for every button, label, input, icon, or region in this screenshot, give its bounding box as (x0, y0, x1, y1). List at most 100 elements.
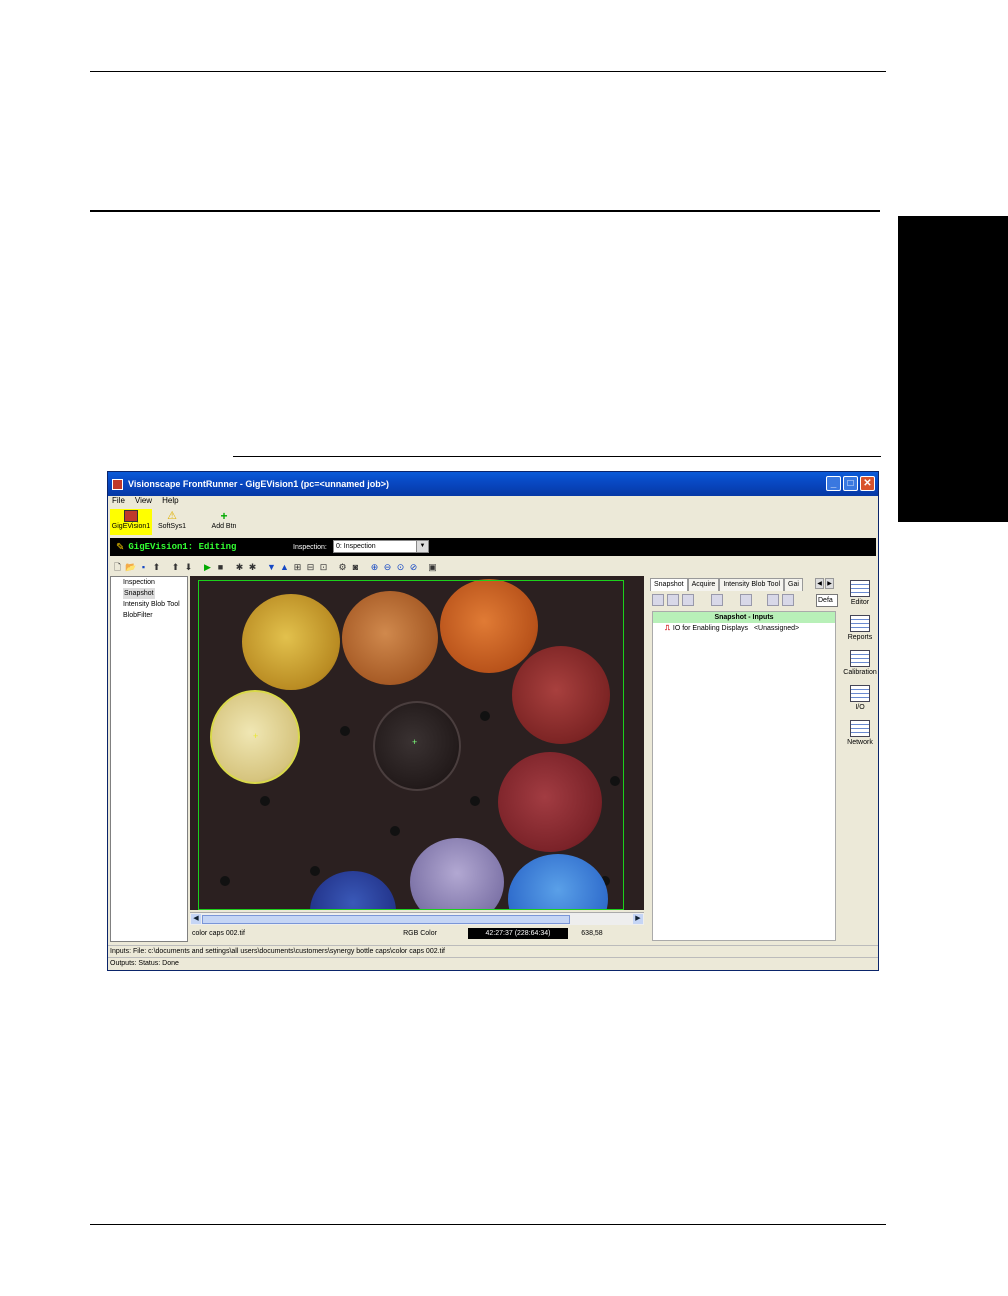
append-icon[interactable]: ⊟ (305, 562, 316, 573)
scroll-right-icon[interactable]: ▶ (633, 914, 643, 924)
calibration-button[interactable]: Calibration (842, 650, 878, 676)
new-icon[interactable]: 🗋 (112, 562, 123, 573)
add-button[interactable]: + Add Btn (204, 509, 244, 535)
blob-center-marker: + (253, 731, 259, 741)
app-window: Visionscape FrontRunner - GigEVision1 (p… (107, 471, 879, 971)
move-up-icon[interactable]: ▲ (279, 562, 290, 573)
device-gigevision1[interactable]: GigEVision1 (110, 509, 152, 535)
status-coords: 638,58 (581, 930, 603, 937)
image-status-bar: color caps 002.tif RGB Color 42:27:37 (2… (190, 928, 644, 939)
chevron-down-icon[interactable]: ▼ (416, 541, 428, 552)
play-icon[interactable]: ▶ (202, 562, 213, 573)
device-softsys1[interactable]: ⚠ SoftSys1 (154, 509, 190, 535)
zoom-in-icon[interactable]: ⊕ (369, 562, 380, 573)
tree-item-snapshot[interactable]: Snapshot (123, 588, 187, 599)
upload-icon[interactable]: ⬆ (151, 562, 162, 573)
image-view[interactable]: + + (190, 576, 644, 910)
property-header: Snapshot - Inputs (653, 612, 835, 623)
step-panel: Snapshot Acquire Intensity Blob Tool Gai… (648, 576, 840, 942)
load-step-icon[interactable] (667, 594, 679, 606)
open-icon[interactable]: 📂 (125, 562, 136, 573)
step-icon[interactable]: ⬆ (170, 562, 181, 573)
network-label: Network (847, 739, 873, 746)
status-file: color caps 002.tif (192, 930, 245, 937)
property-list: Snapshot - Inputs ⎍ IO for Enabling Displ… (652, 611, 836, 941)
inspection-select[interactable]: 0: Inspection ▼ (333, 540, 429, 553)
stop-icon[interactable]: ■ (215, 562, 226, 573)
editor-button[interactable]: Editor (842, 580, 878, 606)
add-button-label: Add Btn (211, 523, 237, 530)
property-row[interactable]: ⎍ IO for Enabling Displays <Unassigned> (653, 623, 835, 634)
device-bar: GigEVision1 ⚠ SoftSys1 + Add Btn (108, 508, 878, 536)
save-step-icon[interactable] (652, 594, 664, 606)
train-icon[interactable]: ✱ (234, 562, 245, 573)
calibration-icon (850, 650, 870, 667)
color-icon[interactable] (782, 594, 794, 606)
move-down-icon[interactable]: ▼ (266, 562, 277, 573)
inspection-label: Inspection: (293, 543, 327, 551)
status-mode: RGB Color (403, 930, 437, 937)
save-icon[interactable]: ▪ (138, 562, 149, 573)
window-icon[interactable]: ▣ (427, 562, 438, 573)
blob-center-marker: + (412, 737, 418, 747)
image-hscroll[interactable]: ◀ ▶ (190, 912, 644, 925)
tab-prev-icon[interactable]: ◀ (815, 578, 824, 589)
globe-icon[interactable] (711, 594, 723, 606)
tab-intensity-blob-tool[interactable]: Intensity Blob Tool (719, 578, 785, 591)
tab-gain[interactable]: Gai (784, 578, 803, 591)
step-back-icon[interactable]: ⬇ (183, 562, 194, 573)
menu-file[interactable]: File (112, 496, 125, 508)
untrain-icon[interactable]: ✱ (247, 562, 258, 573)
signal-icon: ⎍ (665, 625, 670, 632)
network-icon (850, 720, 870, 737)
menu-help[interactable]: Help (162, 496, 178, 508)
io-label: I/O (855, 704, 865, 711)
settings-icon[interactable]: ⚙ (337, 562, 348, 573)
status-pixel-value: 42:27:37 (228:64:34) (468, 928, 568, 939)
zoom-out-icon[interactable]: ⊖ (382, 562, 393, 573)
calibration-label: Calibration (843, 669, 877, 676)
default-select[interactable]: Defa (816, 594, 838, 607)
device-label: GigEVision1 (111, 523, 151, 530)
warning-icon: ⚠ (167, 510, 177, 522)
device-label: SoftSys1 (157, 523, 186, 530)
editor-icon (850, 580, 870, 597)
camera-snap-icon[interactable]: ◙ (350, 562, 361, 573)
minimize-button[interactable]: _ (826, 476, 841, 491)
zoom-reset-icon[interactable]: ⊘ (408, 562, 419, 573)
scroll-left-icon[interactable]: ◀ (191, 914, 201, 924)
step-tools (652, 594, 794, 606)
scroll-thumb[interactable] (202, 915, 570, 924)
link-icon[interactable] (682, 594, 694, 606)
job-tree: Inspection Snapshot Intensity Blob Tool … (110, 576, 188, 942)
tree-item-intensity-blob-tool[interactable]: Intensity Blob Tool (123, 599, 187, 610)
menu-bar: File View Help (108, 496, 878, 508)
maximize-button[interactable]: □ (843, 476, 858, 491)
editing-bar: ✎ GigEVision1: Editing Inspection: 0: In… (110, 538, 876, 556)
io-button[interactable]: I/O (842, 685, 878, 711)
menu-view[interactable]: View (135, 496, 152, 508)
editor-label: Editor (850, 599, 870, 606)
editing-title: GigEVision1: Editing (128, 542, 237, 552)
zoom-fit-icon[interactable]: ⊙ (395, 562, 406, 573)
tab-snapshot[interactable]: Snapshot (650, 578, 688, 591)
insert-icon[interactable]: ⊞ (292, 562, 303, 573)
inspection-value: 0: Inspection (336, 543, 376, 550)
pen-icon[interactable] (767, 594, 779, 606)
title-bar[interactable]: Visionscape FrontRunner - GigEVision1 (p… (108, 472, 878, 496)
blank-icon[interactable] (740, 594, 752, 606)
reports-button[interactable]: Reports (842, 615, 878, 641)
main-toolbar: 🗋 📂 ▪ ⬆ ⬆ ⬇ ▶ ■ ✱ ✱ ▼ ▲ ⊞ ⊟ ⊡ ⚙ ◙ ⊕ ⊖ ⊙ … (112, 560, 876, 574)
tree-item-label: Snapshot (123, 588, 155, 599)
footer-rule (90, 1224, 886, 1225)
inputs-status: Inputs: File: c:\documents and settings\… (108, 945, 878, 956)
tab-next-icon[interactable]: ▶ (825, 578, 834, 589)
properties-icon[interactable]: ⊡ (318, 562, 329, 573)
tab-acquire[interactable]: Acquire (687, 578, 720, 591)
roi-rectangle[interactable] (198, 580, 624, 910)
tree-item-blobfilter[interactable]: BlobFilter (123, 610, 187, 621)
network-button[interactable]: Network (842, 720, 878, 746)
reports-icon (850, 615, 870, 632)
close-button[interactable]: ✕ (860, 476, 875, 491)
tree-item-inspection[interactable]: Inspection (123, 577, 187, 588)
